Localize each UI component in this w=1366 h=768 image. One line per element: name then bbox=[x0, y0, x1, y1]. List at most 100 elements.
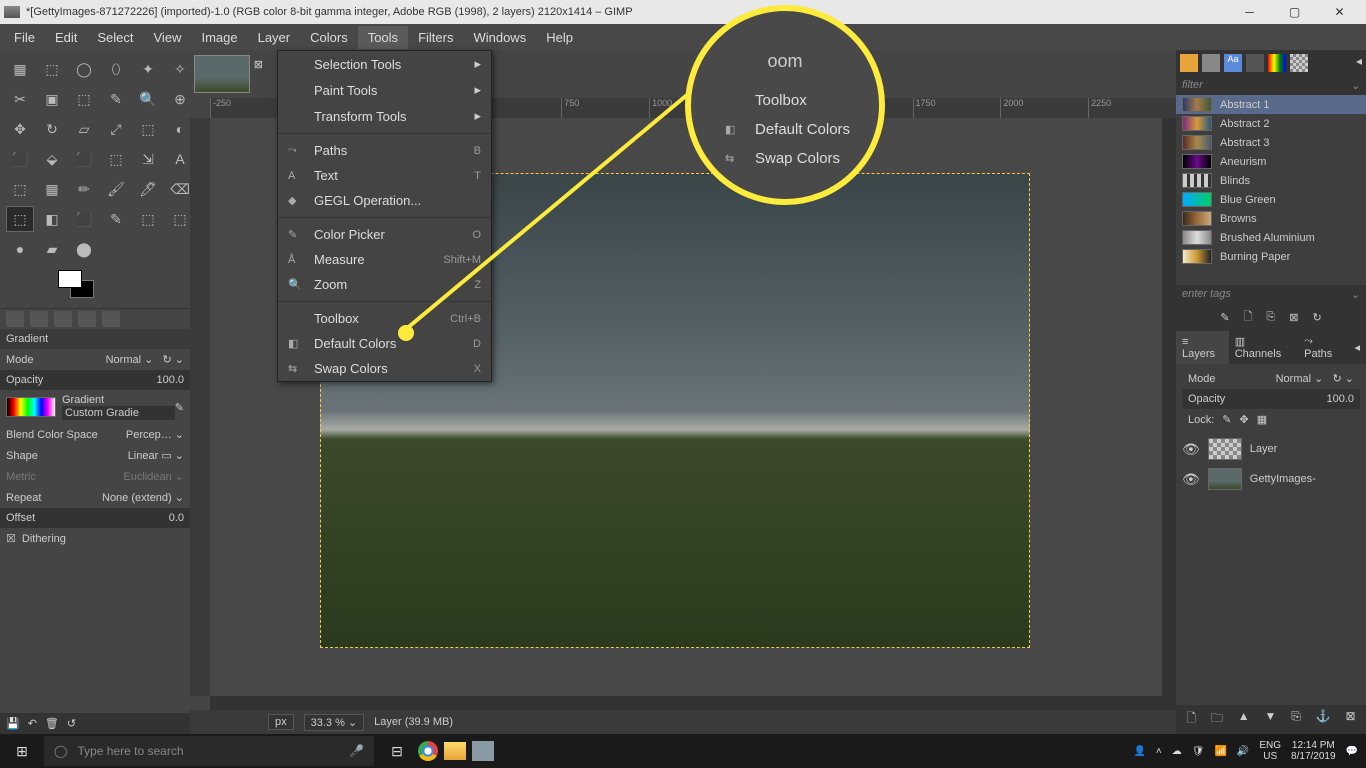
start-button[interactable]: ⊞ bbox=[0, 743, 44, 760]
offset-value[interactable]: 0.0 bbox=[169, 512, 184, 524]
gradient-brushed-aluminium[interactable]: Brushed Aluminium bbox=[1176, 228, 1366, 247]
task-view-icon[interactable]: ⊟ bbox=[382, 737, 412, 765]
image-tab[interactable]: ⊠ bbox=[194, 55, 250, 93]
layer-gettyimages-[interactable]: 👁 GettyImages- bbox=[1176, 464, 1366, 494]
tool-28[interactable]: 🖊 bbox=[134, 176, 162, 202]
layer-group-icon[interactable]: 🗀 bbox=[1211, 709, 1223, 730]
tool-38[interactable]: ⬤ bbox=[70, 236, 98, 262]
opacity-value[interactable]: 100.0 bbox=[156, 374, 184, 386]
layer-mode-select[interactable]: Normal bbox=[1276, 373, 1311, 385]
tool-27[interactable]: 🖌 bbox=[102, 176, 130, 202]
raise-layer-icon[interactable]: ▲ bbox=[1238, 709, 1250, 730]
tool-36[interactable]: ● bbox=[6, 236, 34, 262]
reset-icon[interactable]: ↺ bbox=[67, 717, 76, 730]
visibility-icon[interactable]: 👁 bbox=[1182, 441, 1200, 458]
menu-tools[interactable]: Tools bbox=[358, 26, 408, 49]
restore-preset-icon[interactable]: ↶ bbox=[28, 717, 37, 730]
tray-time[interactable]: 12:14 PM bbox=[1291, 740, 1336, 751]
gradient-preset[interactable]: Custom Gradie bbox=[62, 406, 175, 420]
repeat-select[interactable]: None (extend) bbox=[102, 492, 172, 504]
visibility-icon[interactable]: 👁 bbox=[1182, 471, 1200, 488]
tool-12[interactable]: ✥ bbox=[6, 116, 34, 142]
delete-preset-icon[interactable]: 🗑 bbox=[45, 717, 59, 730]
dithering-checkbox[interactable]: ☒ bbox=[6, 532, 16, 545]
lock-pixel-icon[interactable]: ✎ bbox=[1222, 413, 1231, 426]
menu-image[interactable]: Image bbox=[191, 26, 247, 49]
gradient-preview[interactable] bbox=[6, 397, 56, 417]
mode-select[interactable]: Normal bbox=[106, 354, 141, 366]
maximize-button[interactable]: ▢ bbox=[1272, 1, 1317, 23]
tool-21[interactable]: ⬚ bbox=[102, 146, 130, 172]
tool-19[interactable]: ⬙ bbox=[38, 146, 66, 172]
menu-colors[interactable]: Colors bbox=[300, 26, 358, 49]
tool-24[interactable]: ⬚ bbox=[6, 176, 34, 202]
save-preset-icon[interactable]: 💾 bbox=[6, 717, 20, 730]
menu-file[interactable]: File bbox=[4, 26, 45, 49]
menu-layer[interactable]: Layer bbox=[248, 26, 301, 49]
refresh-grad-icon[interactable]: ↻ bbox=[1312, 311, 1321, 324]
edit-gradient-icon[interactable]: ✎ bbox=[175, 401, 184, 414]
tab-paths[interactable]: ⤳ Paths bbox=[1298, 331, 1348, 364]
gradient-abstract-1[interactable]: Abstract 1 bbox=[1176, 95, 1366, 114]
layer-layer[interactable]: 👁 Layer bbox=[1176, 434, 1366, 464]
tool-9[interactable]: ✎ bbox=[102, 86, 130, 112]
tools-menu-swap-colors[interactable]: ⇆Swap ColorsX bbox=[278, 356, 491, 381]
tool-20[interactable]: ⬛ bbox=[70, 146, 98, 172]
menu-view[interactable]: View bbox=[144, 26, 192, 49]
gradient-list[interactable]: Abstract 1Abstract 2Abstract 3AneurismBl… bbox=[1176, 95, 1366, 285]
tool-37[interactable]: ▰ bbox=[38, 236, 66, 262]
gradient-abstract-3[interactable]: Abstract 3 bbox=[1176, 133, 1366, 152]
anchor-layer-icon[interactable]: ⚓ bbox=[1316, 709, 1331, 730]
tool-26[interactable]: ✏ bbox=[70, 176, 98, 202]
menu-windows[interactable]: Windows bbox=[463, 26, 536, 49]
zoom-select[interactable]: 33.3 % ⌄ bbox=[304, 714, 365, 731]
tray-lang1[interactable]: ENG bbox=[1259, 740, 1281, 751]
tool-16[interactable]: ⬚ bbox=[134, 116, 162, 142]
filter-input[interactable]: filter bbox=[1182, 79, 1203, 92]
brush-tabs[interactable]: Aa ◂ bbox=[1176, 50, 1366, 76]
lower-layer-icon[interactable]: ▼ bbox=[1265, 709, 1277, 730]
menu-select[interactable]: Select bbox=[87, 26, 143, 49]
lock-position-icon[interactable]: ✥ bbox=[1240, 413, 1249, 426]
tool-30[interactable]: ⬚ bbox=[6, 206, 34, 232]
tool-4[interactable]: ✦ bbox=[134, 56, 162, 82]
tool-22[interactable]: ⇲ bbox=[134, 146, 162, 172]
tab-layers[interactable]: ≡ Layers bbox=[1176, 331, 1229, 364]
shape-select[interactable]: Linear bbox=[128, 450, 159, 462]
layer-opacity-value[interactable]: 100.0 bbox=[1326, 393, 1354, 405]
tool-6[interactable]: ✂ bbox=[6, 86, 34, 112]
layers-list[interactable]: 👁 Layer👁 GettyImages- bbox=[1176, 434, 1366, 705]
gradient-burning-paper[interactable]: Burning Paper bbox=[1176, 247, 1366, 266]
dup-layer-icon[interactable]: ⎘ bbox=[1291, 709, 1301, 730]
tool-34[interactable]: ⬚ bbox=[134, 206, 162, 232]
chrome-icon[interactable] bbox=[418, 741, 438, 761]
tool-32[interactable]: ⬛ bbox=[70, 206, 98, 232]
fg-color-swatch[interactable] bbox=[58, 270, 82, 288]
tool-2[interactable]: ◯ bbox=[70, 56, 98, 82]
del-grad-icon[interactable]: ⊠ bbox=[1289, 311, 1298, 324]
tray-defender-icon[interactable]: 🛡 bbox=[1192, 746, 1205, 757]
layer-name[interactable]: Layer bbox=[1250, 443, 1278, 455]
tool-7[interactable]: ▣ bbox=[38, 86, 66, 112]
fg-bg-colors[interactable] bbox=[0, 268, 190, 308]
gimp-taskbar-icon[interactable] bbox=[472, 741, 494, 761]
tray-date[interactable]: 8/17/2019 bbox=[1291, 751, 1336, 762]
panel-menu-icon[interactable]: ◂ bbox=[1356, 54, 1362, 72]
tool-25[interactable]: ▦ bbox=[38, 176, 66, 202]
gradient-abstract-2[interactable]: Abstract 2 bbox=[1176, 114, 1366, 133]
minimize-button[interactable]: ─ bbox=[1227, 1, 1272, 23]
layer-name[interactable]: GettyImages- bbox=[1250, 473, 1316, 485]
gradient-browns[interactable]: Browns bbox=[1176, 209, 1366, 228]
tray-lang2[interactable]: US bbox=[1259, 751, 1281, 762]
gradient-blue-green[interactable]: Blue Green bbox=[1176, 190, 1366, 209]
tool-33[interactable]: ✎ bbox=[102, 206, 130, 232]
tools-menu-selection-tools[interactable]: Selection Tools▸ bbox=[278, 51, 491, 77]
tags-input[interactable]: enter tags bbox=[1182, 288, 1231, 301]
scrollbar-vertical[interactable] bbox=[1162, 118, 1176, 696]
tool-8[interactable]: ⬚ bbox=[70, 86, 98, 112]
tool-15[interactable]: ⤢ bbox=[102, 116, 130, 142]
edit-grad-icon[interactable]: ✎ bbox=[1220, 311, 1229, 324]
tool-13[interactable]: ↻ bbox=[38, 116, 66, 142]
tool-options-tabs[interactable] bbox=[0, 308, 190, 329]
explorer-icon[interactable] bbox=[444, 742, 466, 760]
